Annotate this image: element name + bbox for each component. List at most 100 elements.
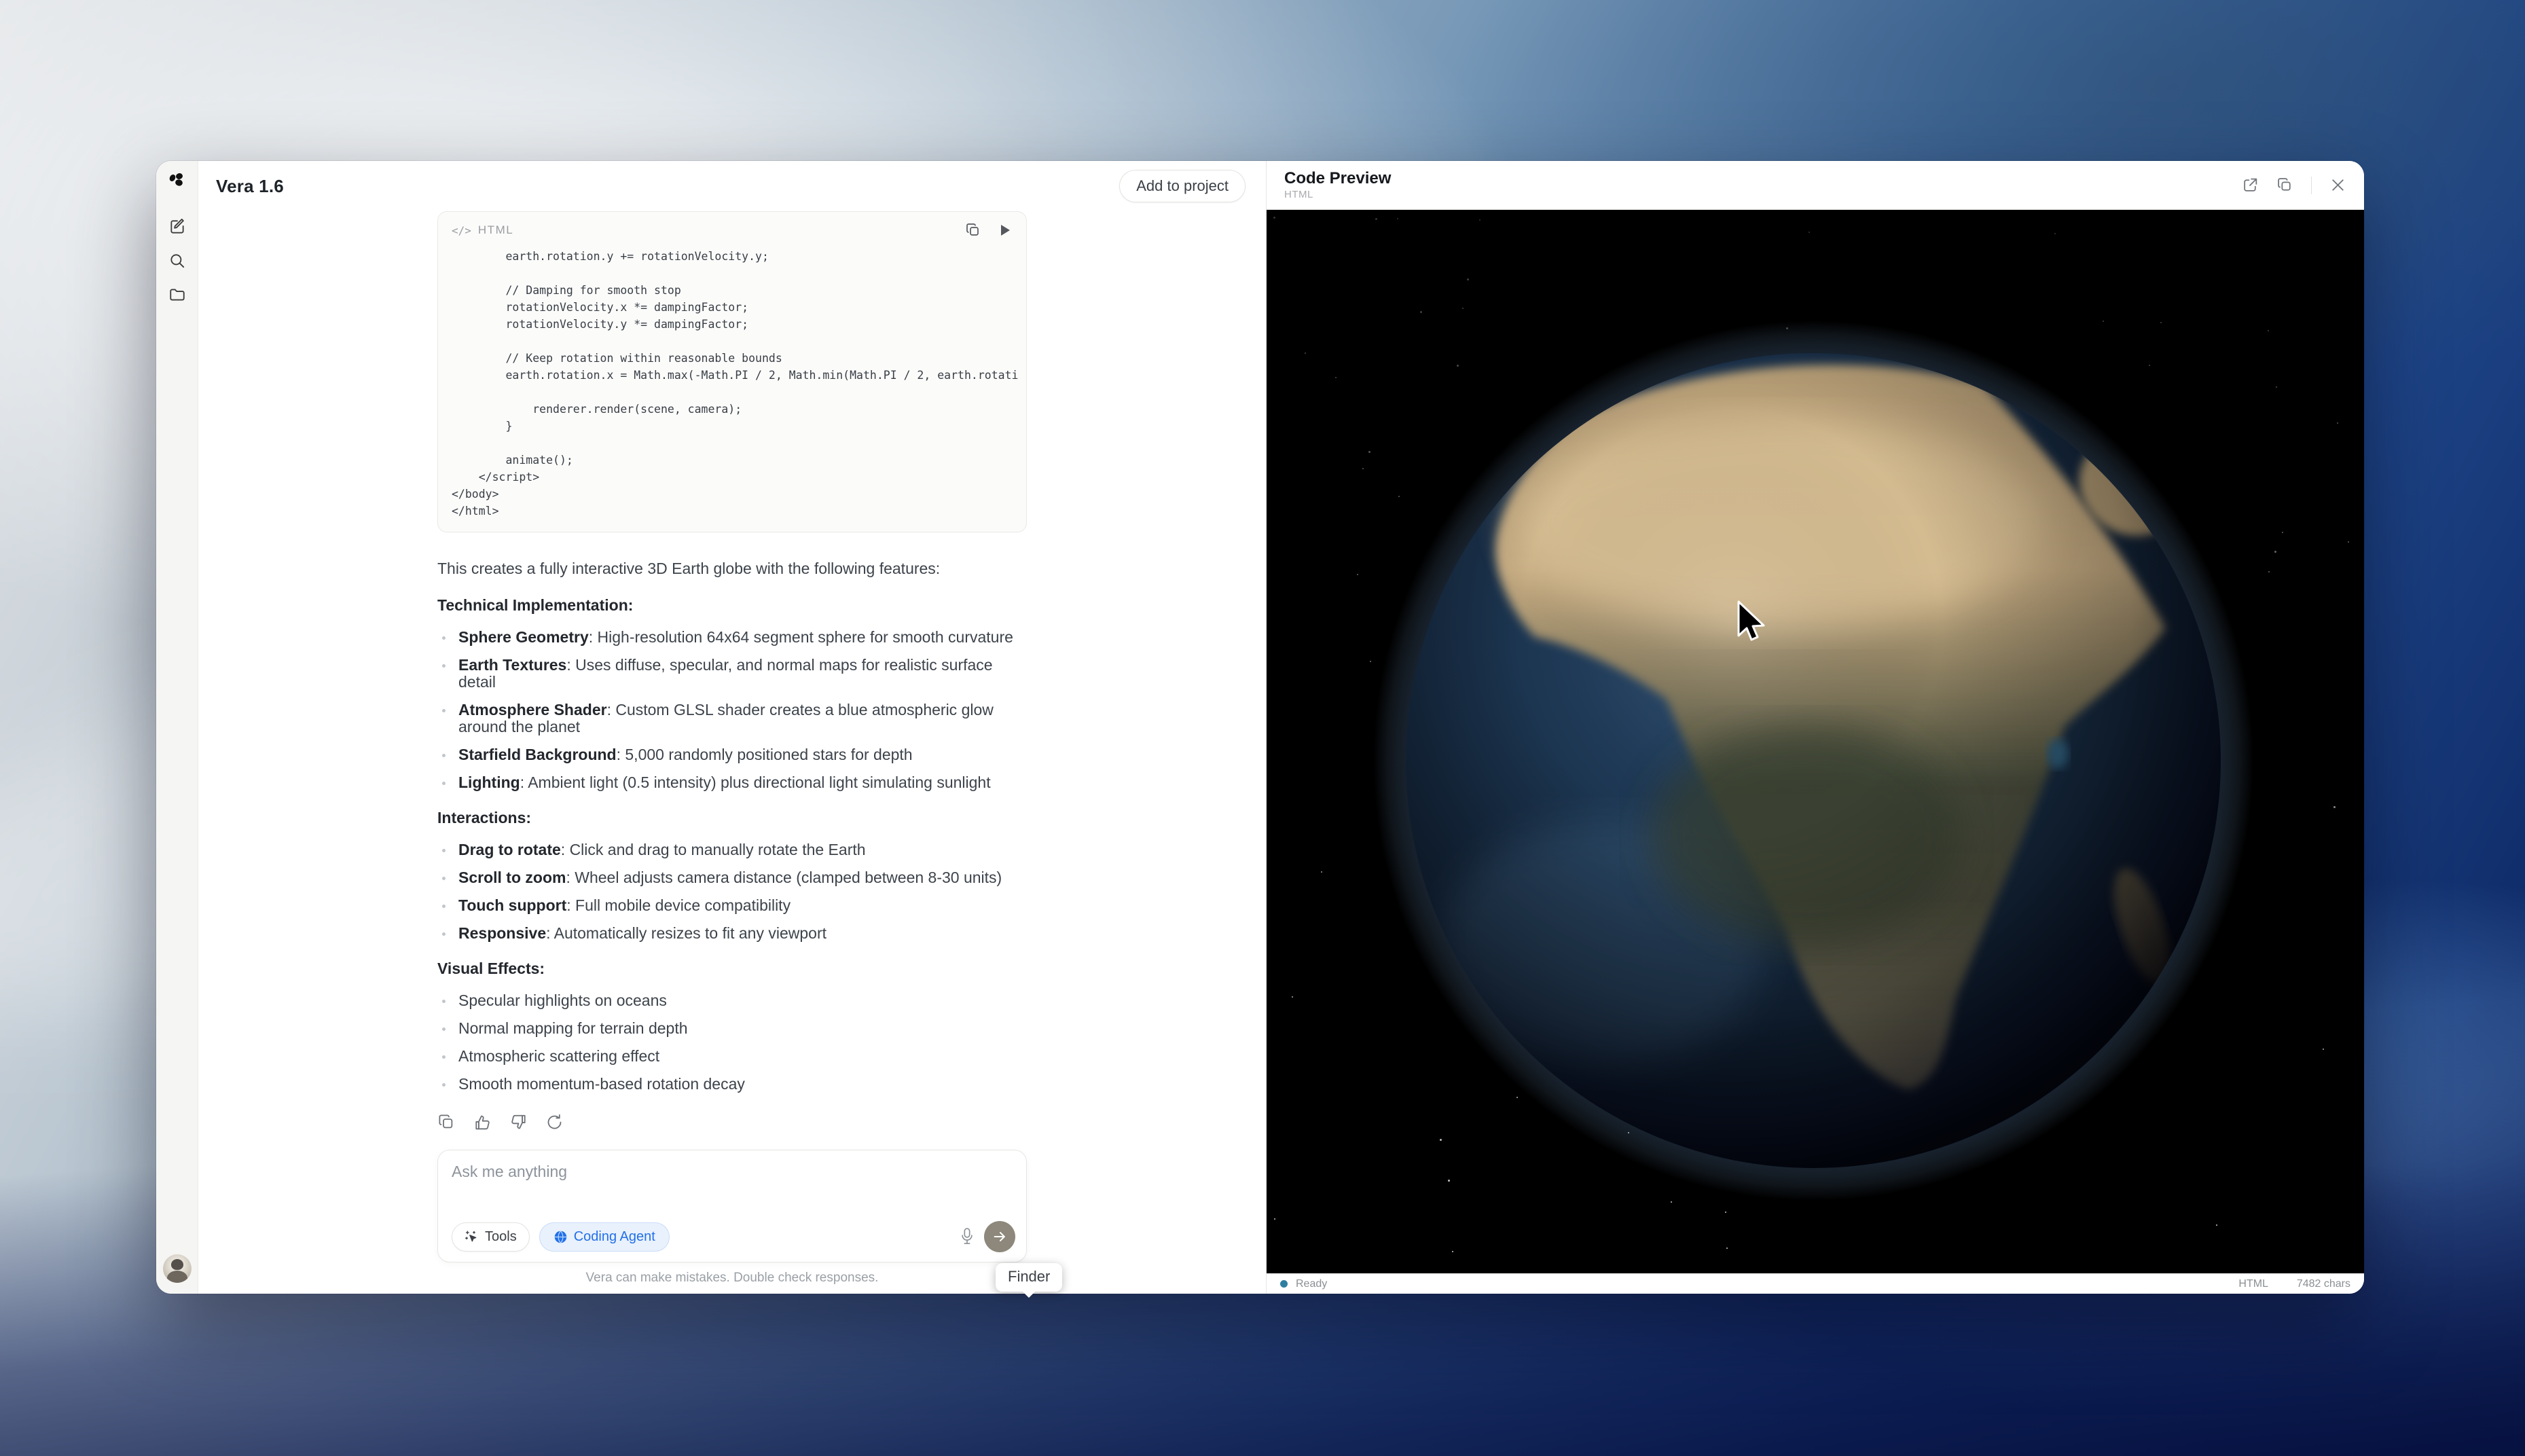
star-dot xyxy=(2216,1224,2217,1226)
add-to-project-button[interactable]: Add to project xyxy=(1119,170,1246,202)
visual-effects-list: Specular highlights on oceans Normal map… xyxy=(437,992,1027,1093)
star-dot xyxy=(1368,451,1370,453)
chat-scroll-area[interactable]: </> HTML earth. xyxy=(198,211,1266,1140)
star-dot xyxy=(1321,871,1322,873)
ready-status-dot xyxy=(1280,1280,1288,1288)
star-dot xyxy=(2333,806,2336,808)
copy-code-icon[interactable] xyxy=(965,222,981,238)
list-item: Smooth momentum-based rotation decay xyxy=(437,1076,1027,1093)
chat-header: Vera 1.6 Add to project xyxy=(198,161,1266,211)
bullet-dot xyxy=(442,754,446,757)
star-dot xyxy=(1467,278,1469,280)
star-dot xyxy=(1397,218,1398,219)
search-icon[interactable] xyxy=(168,252,186,270)
status-language-label: HTML xyxy=(2238,1278,2268,1290)
thumbs-down-icon[interactable] xyxy=(509,1113,528,1131)
star-dot xyxy=(1362,468,1364,469)
message-intro: This creates a fully interactive 3D Eart… xyxy=(437,558,1027,579)
star-dot xyxy=(1274,1218,1275,1220)
list-item: Drag to rotate: Click and drag to manual… xyxy=(437,841,1027,858)
new-chat-icon[interactable] xyxy=(168,218,186,236)
bullet-dot xyxy=(442,636,446,640)
star-dot xyxy=(2268,330,2269,331)
bullet-dot xyxy=(442,1000,446,1003)
thumbs-up-icon[interactable] xyxy=(473,1113,492,1131)
preview-status-bar: Ready HTML 7482 chars xyxy=(1267,1273,2364,1294)
star-dot xyxy=(2274,551,2276,553)
star-dot xyxy=(1292,996,1293,998)
star-dot xyxy=(2323,1049,2324,1050)
folder-icon[interactable] xyxy=(168,286,186,304)
star-dot xyxy=(2282,532,2283,533)
section-heading-interactions: Interactions: xyxy=(437,807,1027,828)
star-dot xyxy=(1726,1248,1728,1249)
star-dot xyxy=(1420,311,1422,313)
star-dot xyxy=(1305,352,1306,354)
run-code-icon[interactable] xyxy=(996,222,1013,238)
star-dot xyxy=(1725,1212,1726,1213)
star-dot xyxy=(1273,217,1275,219)
ready-status-label: Ready xyxy=(1296,1278,1327,1290)
star-dot xyxy=(1335,377,1337,378)
star-dot xyxy=(1479,219,1481,221)
star-dot xyxy=(2268,571,2270,572)
bullet-dot xyxy=(442,1027,446,1031)
chat-input[interactable] xyxy=(452,1163,1015,1221)
bullet-dot xyxy=(442,1055,446,1059)
chat-panel: Vera 1.6 Add to project </> HTML xyxy=(198,161,1266,1294)
code-content[interactable]: earth.rotation.y += rotationVelocity.y; … xyxy=(438,244,1026,532)
disclaimer-text: Vera can make mistakes. Double check res… xyxy=(198,1262,1266,1294)
list-item: Touch support: Full mobile device compat… xyxy=(437,897,1027,914)
copy-preview-icon[interactable] xyxy=(2276,177,2293,194)
open-external-icon[interactable] xyxy=(2242,177,2259,194)
microphone-icon[interactable] xyxy=(960,1226,975,1247)
icon-divider xyxy=(2311,177,2312,194)
bullet-dot xyxy=(442,782,446,785)
bullet-dot xyxy=(442,905,446,908)
code-preview-panel: Code Preview HTML xyxy=(1266,161,2364,1294)
list-item: Atmosphere Shader: Custom GLSL shader cr… xyxy=(437,702,1027,735)
star-dot xyxy=(1452,1251,1453,1252)
list-item: Lighting: Ambient light (0.5 intensity) … xyxy=(437,774,1027,791)
bullet-dot xyxy=(442,1083,446,1087)
technical-list: Sphere Geometry: High-resolution 64x64 s… xyxy=(437,629,1027,791)
vera-logo-icon xyxy=(168,171,186,189)
list-item: Earth Textures: Uses diffuse, specular, … xyxy=(437,657,1027,691)
list-item: Specular highlights on oceans xyxy=(437,992,1027,1009)
copy-message-icon[interactable] xyxy=(437,1113,456,1131)
code-block: </> HTML earth. xyxy=(437,211,1027,532)
star-dot xyxy=(2054,233,2056,234)
list-item: Atmospheric scattering effect xyxy=(437,1048,1027,1065)
star-dot xyxy=(2276,386,2277,388)
star-dot xyxy=(2348,541,2349,543)
coding-agent-chip[interactable]: Coding Agent xyxy=(539,1222,670,1252)
preview-viewport[interactable] xyxy=(1267,210,2364,1273)
user-avatar[interactable] xyxy=(163,1254,192,1283)
list-item: Normal mapping for terrain depth xyxy=(437,1020,1027,1037)
status-char-count: 7482 chars xyxy=(2297,1278,2350,1290)
dock-tooltip-finder: Finder xyxy=(996,1263,1062,1292)
earth-globe[interactable] xyxy=(1372,319,2255,1202)
section-heading-visual-effects: Visual Effects: xyxy=(437,958,1027,979)
preview-header: Code Preview HTML xyxy=(1267,161,2364,210)
list-item: Sphere Geometry: High-resolution 64x64 s… xyxy=(437,629,1027,646)
conversation-title: Vera 1.6 xyxy=(216,176,284,197)
send-button[interactable] xyxy=(984,1221,1015,1252)
tools-sparkle-cursor-icon xyxy=(465,1230,479,1244)
preview-subtitle: HTML xyxy=(1284,189,1391,200)
star-dot xyxy=(2337,422,2338,424)
star-dot xyxy=(1375,218,1377,220)
list-item: Starfield Background: 5,000 randomly pos… xyxy=(437,746,1027,763)
list-item: Responsive: Automatically resizes to fit… xyxy=(437,925,1027,942)
tools-button[interactable]: Tools xyxy=(452,1222,530,1252)
close-preview-icon[interactable] xyxy=(2329,177,2346,194)
bullet-dot xyxy=(442,877,446,880)
vera-app-window: Vera 1.6 Add to project </> HTML xyxy=(156,161,2364,1294)
code-language-icon: </> xyxy=(452,224,471,237)
coding-agent-globe-icon xyxy=(553,1230,568,1244)
star-dot xyxy=(1462,308,1464,309)
regenerate-icon[interactable] xyxy=(545,1113,564,1131)
list-item: Scroll to zoom: Wheel adjusts camera dis… xyxy=(437,869,1027,886)
code-language-label: HTML xyxy=(478,223,513,237)
code-block-header: </> HTML xyxy=(438,212,1026,244)
